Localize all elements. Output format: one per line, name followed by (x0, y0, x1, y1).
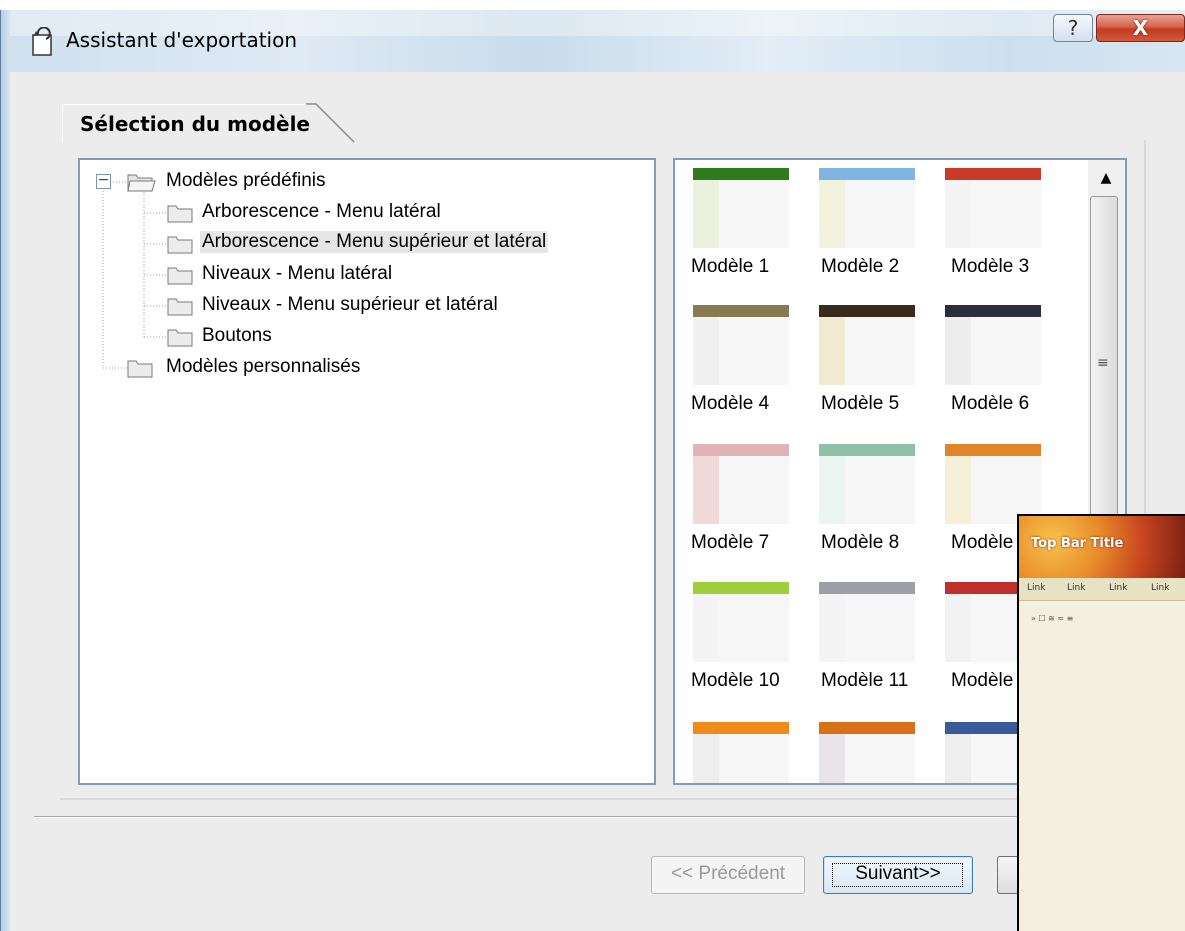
template-label: Modèle 1 (691, 256, 770, 277)
export-wizard-window: Assistant d'exportation ? X Sélection du… (0, 0, 1185, 931)
template-thumbnail[interactable] (945, 305, 1041, 385)
template-thumbnail[interactable] (819, 444, 915, 524)
tree-item-label-selected: Arborescence - Menu supérieur et latéral (200, 231, 549, 253)
help-button[interactable]: ? (1053, 14, 1093, 42)
preview-link: Link (1109, 583, 1128, 593)
export-wizard-icon (32, 27, 52, 56)
thumbnail-header (693, 722, 789, 734)
thumbnail-header (819, 582, 915, 594)
folder-icon (167, 267, 193, 285)
template-label: Modèle 5 (821, 393, 900, 414)
thumbnail-sidebar (693, 317, 719, 385)
thumbnail-sidebar (819, 317, 845, 385)
tree-item-label: Modèles personnalisés (166, 356, 361, 377)
template-thumbnail[interactable] (819, 305, 915, 385)
template-thumbnail[interactable] (945, 168, 1041, 248)
template-thumbnail[interactable] (693, 582, 789, 662)
thumbnail-header (819, 168, 915, 180)
thumbnail-sidebar (945, 456, 971, 524)
template-label: Modèle 7 (691, 532, 770, 553)
close-button[interactable]: X (1096, 14, 1185, 42)
template-label: Modèle 4 (691, 393, 770, 414)
template-label: Modèle 6 (951, 393, 1030, 414)
tree-item-label: Niveaux - Menu latéral (202, 263, 393, 284)
template-thumbnail[interactable] (693, 722, 789, 783)
template-label: Modèle 11 (821, 670, 909, 691)
thumbnail-header (819, 444, 915, 456)
tree-item-label: Niveaux - Menu supérieur et latéral (202, 294, 498, 315)
thumbnail-sidebar (819, 734, 845, 783)
thumbnail-header (693, 582, 789, 594)
folder-icon (127, 360, 153, 378)
thumbnail-sidebar (693, 180, 719, 248)
preview-link: Link (1027, 583, 1046, 593)
thumbnail-sidebar (945, 317, 971, 385)
tree-item-label: Arborescence - Menu latéral (202, 201, 441, 222)
thumbnail-sidebar (693, 456, 719, 524)
preview-link: Link (1067, 583, 1086, 593)
window-title: Assistant d'exportation (66, 28, 298, 52)
thumbnail-sidebar (945, 734, 971, 783)
thumbnail-sidebar (693, 734, 719, 783)
template-thumbnail[interactable] (819, 168, 915, 248)
template-label: Modèle 8 (821, 532, 900, 553)
preview-link: Link (1151, 583, 1170, 593)
tab-label: Sélection du modèle (80, 112, 310, 136)
close-icon: X (1132, 16, 1149, 40)
template-thumbnail[interactable] (693, 168, 789, 248)
template-thumbnail[interactable] (819, 722, 915, 783)
folder-icon (167, 329, 193, 347)
thumbnail-sidebar (819, 180, 845, 248)
tree-item-label: Modèles prédéfinis (166, 170, 326, 191)
thumbnail-header (693, 305, 789, 317)
template-label: Modèle 2 (821, 256, 900, 277)
template-thumbnail[interactable] (693, 305, 789, 385)
folder-icon (167, 298, 193, 316)
thumbnail-header (819, 305, 915, 317)
template-label: Modèle 3 (951, 256, 1030, 277)
thumbnail-sidebar (693, 594, 719, 662)
preview-title: Top Bar Title (1031, 536, 1124, 551)
help-icon: ? (1067, 16, 1079, 40)
thumbnail-header (819, 722, 915, 734)
footer-separator (34, 816, 1185, 818)
folder-icon (167, 236, 193, 254)
thumbnail-header (693, 168, 789, 180)
thumbnail-sidebar (945, 180, 971, 248)
folder-open-icon (127, 174, 156, 192)
template-label: Modèle 10 (691, 670, 780, 691)
focus-rectangle (832, 863, 963, 887)
thumbnail-sidebar (819, 594, 845, 662)
thumbnail-header (945, 305, 1041, 317)
template-thumbnail[interactable] (693, 444, 789, 524)
tree-item-label: Boutons (202, 325, 272, 346)
folder-icon (167, 205, 193, 223)
thumbnail-header (945, 444, 1041, 456)
thumbnail-sidebar (945, 594, 971, 662)
previous-button[interactable]: << Précédent (651, 856, 805, 894)
template-preview-popup: Top Bar Title Link Link Link Link » ☐ ≋ … (1017, 514, 1185, 931)
thumbnail-header (693, 444, 789, 456)
window-frame-left (0, 10, 10, 931)
collapse-icon: − (97, 172, 110, 188)
preview-tree-snippet: » ☐ ≋ ≈ ≡ (1031, 614, 1074, 623)
scroll-up-arrow-icon[interactable]: ▲ (1094, 170, 1118, 190)
tab-edge (306, 103, 355, 143)
tree-expander[interactable]: − (96, 172, 111, 189)
template-thumbnail[interactable] (819, 582, 915, 662)
thumbnail-header (945, 168, 1041, 180)
thumbnail-sidebar (819, 456, 845, 524)
scrollbar-grip-icon: ≡ (1097, 355, 1109, 371)
template-thumbnail[interactable] (945, 444, 1041, 524)
